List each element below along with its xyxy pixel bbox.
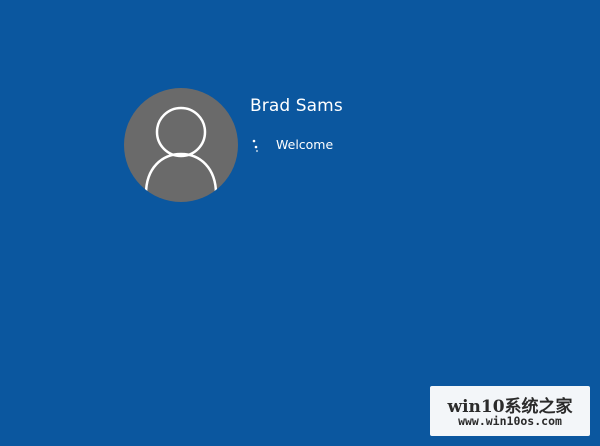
user-name: Brad Sams xyxy=(250,96,343,116)
status-message: Welcome xyxy=(276,137,334,152)
login-screen: Brad Sams Welcome win10系统之家 www.win10os.… xyxy=(0,0,600,446)
user-avatar xyxy=(124,88,238,202)
loading-spinner-icon xyxy=(251,138,261,154)
watermark-logo: win10系统之家 www.win10os.com xyxy=(430,386,590,436)
watermark-url: www.win10os.com xyxy=(458,414,562,428)
default-user-icon xyxy=(144,106,218,195)
